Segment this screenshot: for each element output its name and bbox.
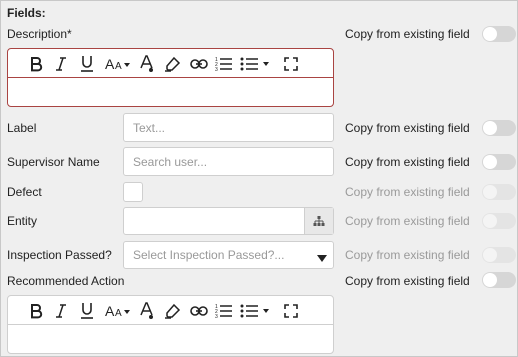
underline-icon[interactable] (79, 301, 95, 321)
entity-copy-toggle[interactable] (482, 213, 516, 229)
svg-text:A: A (115, 61, 122, 72)
recommended-copy-toggle[interactable] (482, 272, 516, 288)
defect-label: Defect (7, 185, 42, 199)
defect-copy-label: Copy from existing field (345, 185, 470, 199)
supervisor-search-input[interactable] (123, 147, 334, 176)
recommended-toolbar: AA 123 (8, 296, 333, 325)
description-copy-label: Copy from existing field (345, 27, 470, 41)
ordered-list-icon[interactable]: 123 (215, 301, 233, 321)
svg-text:A: A (115, 308, 122, 319)
label-copy-toggle[interactable] (482, 120, 516, 136)
highlighter-icon[interactable] (164, 54, 182, 74)
supervisor-copy-toggle[interactable] (482, 154, 516, 170)
bold-icon[interactable] (28, 301, 44, 321)
label-copy-label: Copy from existing field (345, 121, 470, 135)
ordered-list-icon[interactable]: 123 (215, 54, 233, 74)
inspection-copy-toggle[interactable] (482, 247, 516, 263)
fullscreen-icon[interactable] (283, 301, 299, 321)
hierarchy-icon[interactable] (304, 208, 333, 234)
caret-down-icon (317, 251, 327, 265)
highlighter-icon[interactable] (164, 301, 182, 321)
link-icon[interactable] (190, 301, 208, 321)
inspection-label: Inspection Passed? (7, 248, 112, 262)
inspection-select[interactable]: Select Inspection Passed?... (123, 241, 334, 269)
defect-checkbox[interactable] (123, 182, 143, 202)
inspection-select-placeholder: Select Inspection Passed?... (133, 248, 285, 262)
defect-copy-toggle[interactable] (482, 184, 516, 200)
entity-copy-label: Copy from existing field (345, 214, 470, 228)
supervisor-copy-label: Copy from existing field (345, 155, 470, 169)
description-editor[interactable]: AA 123 (7, 48, 334, 107)
svg-text:A: A (105, 56, 115, 72)
recommended-copy-label: Copy from existing field (345, 274, 470, 288)
description-toolbar: AA 123 (8, 49, 333, 78)
bullet-list-icon[interactable] (240, 54, 270, 74)
fullscreen-icon[interactable] (283, 54, 299, 74)
label-field-label: Label (7, 121, 37, 135)
font-size-icon[interactable]: AA (105, 54, 131, 74)
entity-label: Entity (7, 214, 38, 228)
link-icon[interactable] (190, 54, 208, 74)
svg-text:A: A (105, 303, 115, 319)
description-label: Description* (7, 27, 72, 41)
entity-input[interactable] (123, 207, 334, 235)
italic-icon[interactable] (54, 301, 68, 321)
fields-heading: Fields: (7, 6, 46, 20)
bold-icon[interactable] (28, 54, 44, 74)
label-input[interactable] (123, 113, 334, 142)
supervisor-label: Supervisor Name (7, 155, 100, 169)
italic-icon[interactable] (54, 54, 68, 74)
font-size-icon[interactable]: AA (105, 301, 131, 321)
text-color-icon[interactable] (139, 54, 155, 74)
underline-icon[interactable] (79, 54, 95, 74)
svg-text:3: 3 (215, 314, 218, 319)
description-copy-toggle[interactable] (482, 26, 516, 42)
bullet-list-icon[interactable] (240, 301, 270, 321)
recommended-editor[interactable]: AA 123 (7, 295, 334, 354)
inspection-copy-label: Copy from existing field (345, 248, 470, 262)
svg-text:3: 3 (215, 67, 218, 72)
text-color-icon[interactable] (139, 301, 155, 321)
recommended-label: Recommended Action (7, 274, 125, 288)
